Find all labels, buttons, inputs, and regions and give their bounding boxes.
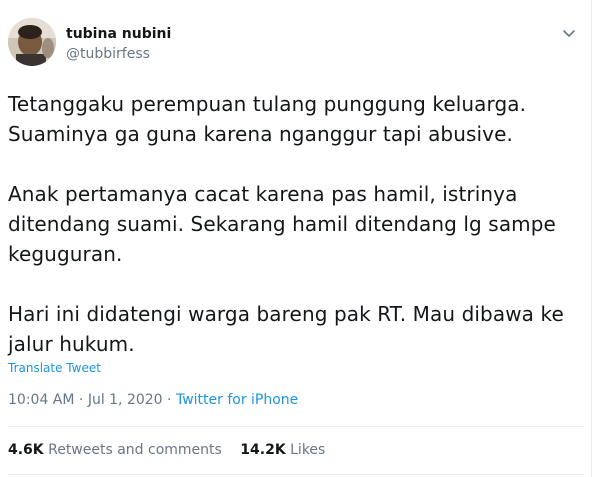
- divider: [8, 426, 584, 427]
- tweet-paragraph: Hari ini didatengi warga bareng pak RT. …: [8, 302, 564, 356]
- avatar[interactable]: [8, 18, 56, 66]
- retweets-label: Retweets and comments: [48, 442, 222, 458]
- tweet-stats: 4.6K Retweets and comments 14.2K Likes: [8, 442, 325, 458]
- retweets-count: 4.6K: [8, 442, 44, 458]
- meta-separator: ·: [78, 392, 84, 408]
- meta-separator: ·: [167, 392, 172, 408]
- chevron-down-icon[interactable]: [560, 24, 578, 42]
- user-name[interactable]: tubina nubini: [66, 26, 171, 42]
- user-handle[interactable]: @tubbirfess: [66, 46, 150, 62]
- tweet-paragraph: Anak pertamanya cacat karena pas hamil, …: [8, 182, 556, 266]
- tweet-card: tubina nubini @tubbirfess Tetanggaku per…: [0, 0, 592, 477]
- likes-count: 14.2K: [240, 442, 286, 458]
- retweets-stat[interactable]: 4.6K Retweets and comments: [8, 442, 226, 458]
- tweet-date[interactable]: Jul 1, 2020: [88, 392, 163, 408]
- tweet-source-link[interactable]: Twitter for iPhone: [176, 392, 298, 408]
- translate-tweet-link[interactable]: Translate Tweet: [8, 361, 101, 375]
- tweet-paragraph: Tetanggaku perempuan tulang punggung kel…: [8, 92, 527, 146]
- tweet-time[interactable]: 10:04 AM: [8, 392, 74, 408]
- avatar-photo: [8, 18, 56, 66]
- divider: [8, 474, 584, 475]
- likes-label: Likes: [290, 442, 326, 458]
- tweet-text: Tetanggaku perempuan tulang punggung kel…: [8, 89, 584, 359]
- likes-stat[interactable]: 14.2K Likes: [240, 442, 325, 458]
- tweet-meta: 10:04 AM · Jul 1, 2020 · Twitter for iPh…: [8, 392, 298, 408]
